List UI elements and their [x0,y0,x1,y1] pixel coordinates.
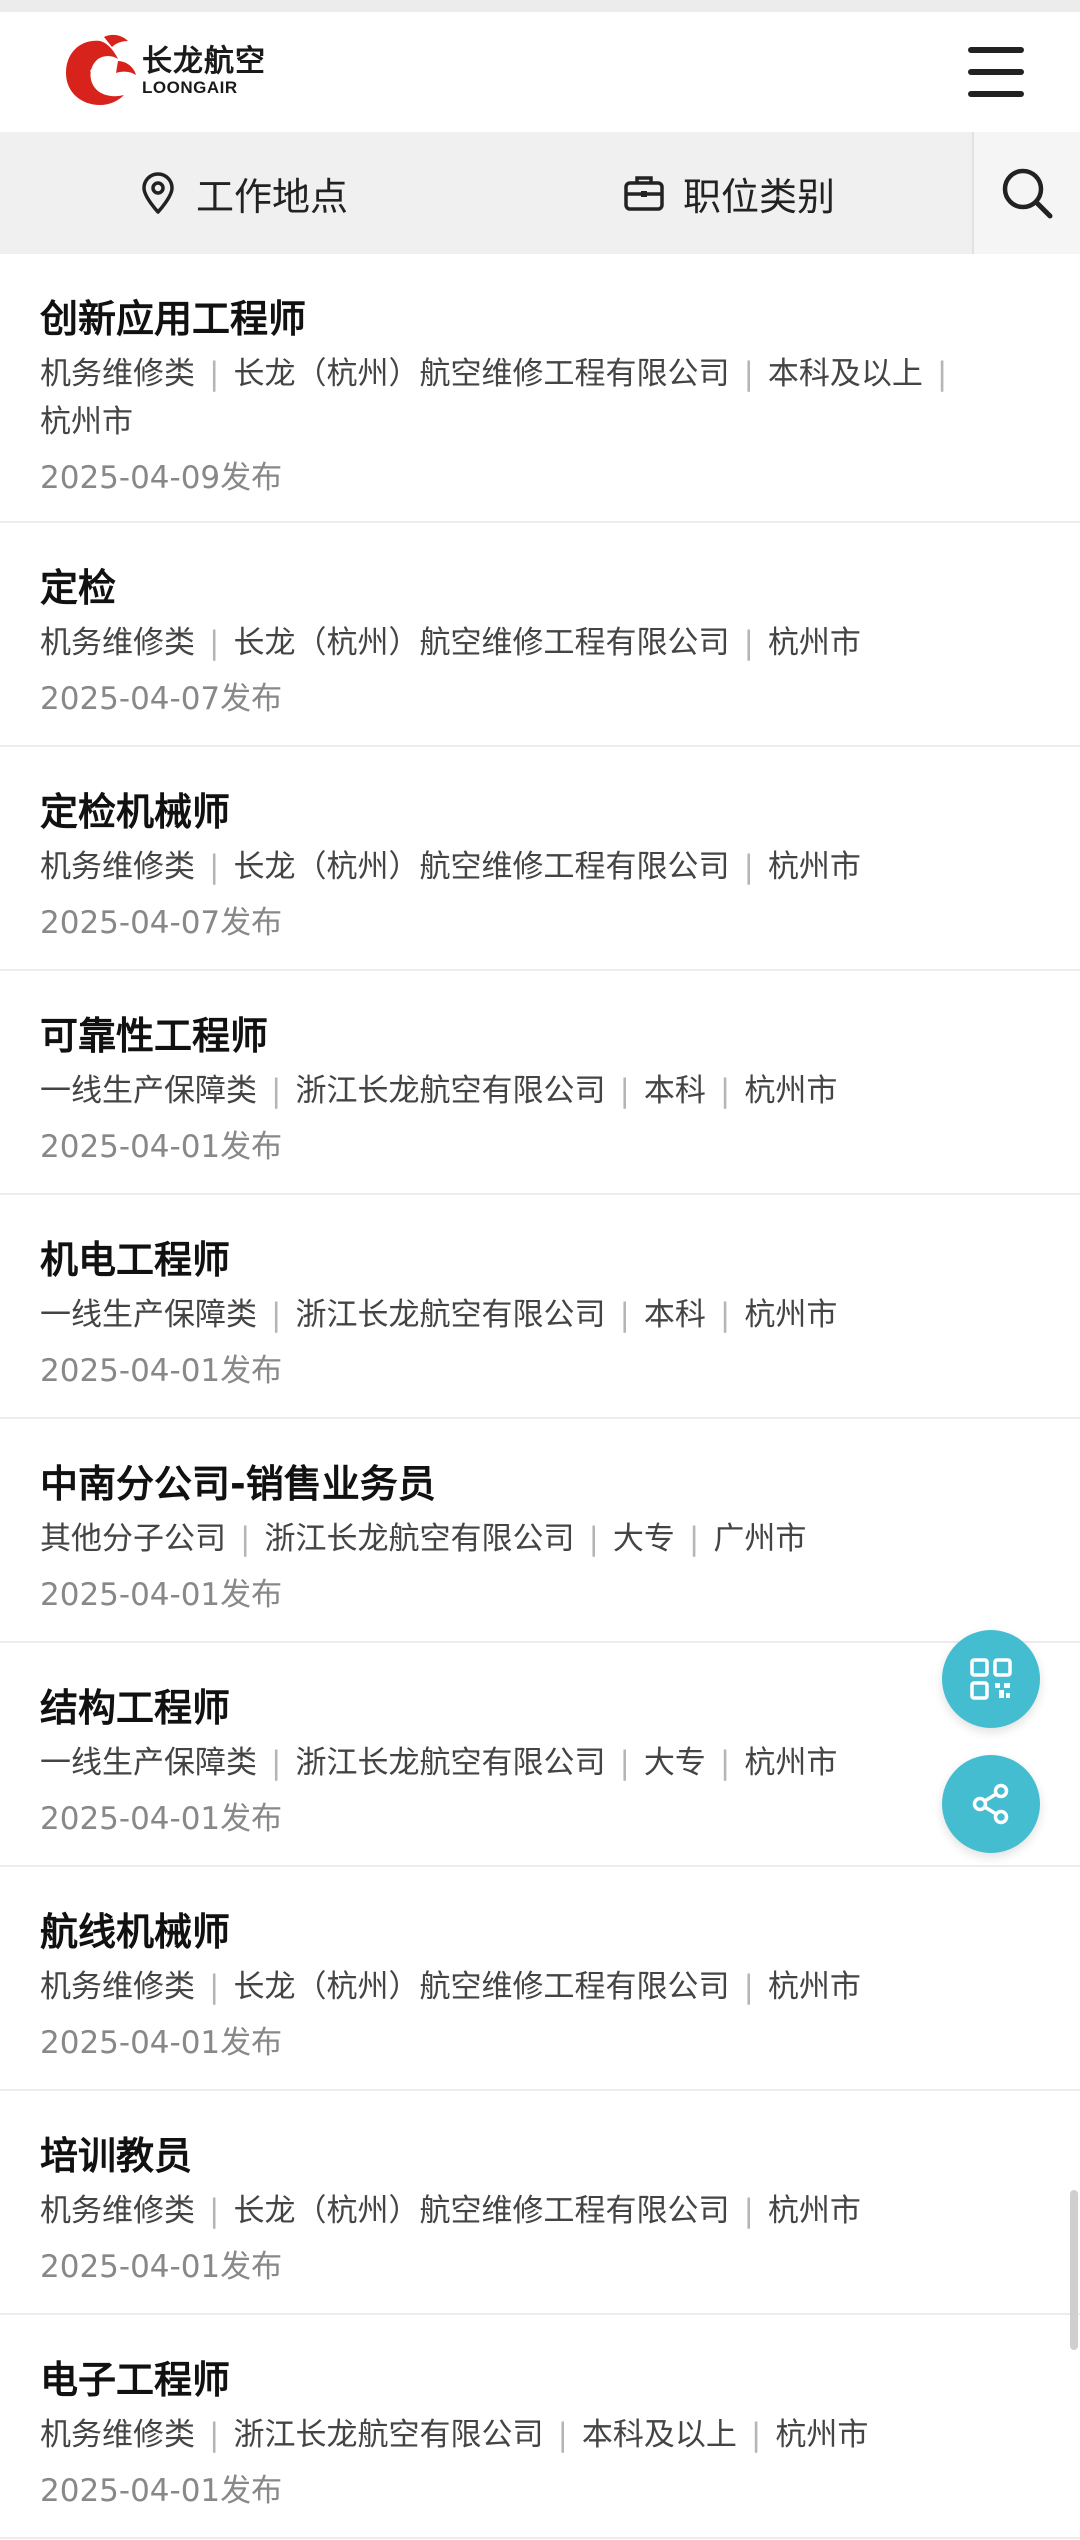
search-button[interactable] [972,132,1080,254]
job-item[interactable]: 中南分公司-销售业务员 其他分子公司 | 浙江长龙航空有限公司 | 大专 | 广州市 202… [0,1419,1080,1643]
dragon-logo-icon [66,34,136,105]
job-category: 机务维修类 [40,356,195,392]
location-filter-label: 工作地点 [195,174,348,219]
job-company: 浙江长龙航空有限公司 [295,1073,606,1109]
job-company: 长龙（杭州）航空维修工程有限公司 [233,849,730,885]
location-pin-icon [142,172,174,214]
job-meta: 机务维修类 | 长龙（杭州）航空维修工程有限公司 | 本科及以上 | 杭州市 [40,356,948,440]
job-date: 2025-04-01发布 [40,1801,283,1837]
job-title: 可靠性工程师 [40,1014,269,1058]
job-title: 中南分公司-销售业务员 [40,1462,436,1506]
job-title: 结构工程师 [40,1686,231,1730]
job-city: 杭州市 [744,1073,838,1109]
job-item[interactable]: 航线机械师 机务维修类 | 长龙（杭州）航空维修工程有限公司 | 杭州市 2025-04… [0,1867,1080,2091]
job-meta: 一线生产保障类 | 浙江长龙航空有限公司 | 大专 | 杭州市 [40,1745,838,1781]
job-company: 长龙（杭州）航空维修工程有限公司 [233,2193,730,2229]
job-company: 浙江长龙航空有限公司 [233,2417,544,2453]
job-city: 杭州市 [767,1969,861,2005]
job-title: 定检机械师 [40,790,231,834]
job-city: 杭州市 [775,2417,869,2453]
hamburger-menu-icon [968,47,1024,53]
location-filter[interactable]: 工作地点 [0,132,486,254]
job-title: 机电工程师 [40,1238,231,1282]
job-item[interactable]: 电子工程师 机务维修类 | 浙江长龙航空有限公司 | 本科及以上 | 杭州市 2025-04… [0,2315,1080,2539]
job-date: 2025-04-01发布 [40,2473,283,2509]
status-strip [0,0,1080,12]
filter-bar: 工作地点 职位类别 [0,132,1080,254]
job-city: 杭州市 [767,2193,861,2229]
job-category: 一线生产保障类 [40,1745,257,1781]
job-education: 本科 [643,1073,706,1109]
job-meta: 机务维修类 | 长龙（杭州）航空维修工程有限公司 | 杭州市 [40,625,861,661]
qr-code-icon [970,1658,1012,1700]
job-title: 培训教员 [40,2134,193,2178]
job-item[interactable]: 机电工程师 一线生产保障类 | 浙江长龙航空有限公司 | 本科 | 杭州市 2025-04-… [0,1195,1080,1419]
job-meta: 机务维修类 | 长龙（杭州）航空维修工程有限公司 | 杭州市 [40,1969,861,2005]
job-company: 长龙（杭州）航空维修工程有限公司 [233,1969,730,2005]
job-company: 浙江长龙航空有限公司 [295,1745,606,1781]
job-category: 机务维修类 [40,625,195,661]
job-company: 长龙（杭州）航空维修工程有限公司 [233,625,730,661]
job-item[interactable]: 定检机械师 机务维修类 | 长龙（杭州）航空维修工程有限公司 | 杭州市 2025-04… [0,747,1080,971]
job-company: 长龙（杭州）航空维修工程有限公司 [233,356,730,392]
job-meta: 一线生产保障类 | 浙江长龙航空有限公司 | 本科 | 杭州市 [40,1073,838,1109]
job-date: 2025-04-01发布 [40,1129,283,1165]
share-button[interactable] [942,1755,1040,1853]
job-category: 机务维修类 [40,849,195,885]
job-title: 定检 [40,566,117,610]
job-date: 2025-04-07发布 [40,905,283,941]
job-education: 本科及以上 [581,2417,737,2453]
qr-code-button[interactable] [942,1630,1040,1728]
job-city: 杭州市 [767,625,861,661]
job-category: 一线生产保障类 [40,1297,257,1333]
job-date: 2025-04-01发布 [40,1353,283,1389]
category-filter-label: 职位类别 [682,174,835,219]
job-category: 一线生产保障类 [40,1073,257,1109]
job-category: 其他分子公司 [40,1521,226,1557]
share-icon [972,1783,1009,1825]
job-date: 2025-04-07发布 [40,681,283,717]
job-meta: 机务维修类 | 长龙（杭州）航空维修工程有限公司 | 杭州市 [40,849,861,885]
job-meta: 一线生产保障类 | 浙江长龙航空有限公司 | 本科 | 杭州市 [40,1297,838,1333]
job-category: 机务维修类 [40,2417,195,2453]
job-title: 航线机械师 [40,1910,231,1954]
loongair-logo[interactable]: 长龙航空 LOONGAIR [60,31,266,113]
job-item[interactable]: 结构工程师 一线生产保障类 | 浙江长龙航空有限公司 | 大专 | 杭州市 2025-04-… [0,1643,1080,1867]
brand-name-cn: 长龙航空 [142,44,266,79]
job-item[interactable]: 创新应用工程师 机务维修类 | 长龙（杭州）航空维修工程有限公司 | 本科及以上 | 杭州市… [0,254,1080,523]
job-education: 本科 [643,1297,706,1333]
job-date: 2025-04-01发布 [40,2249,283,2285]
job-city: 杭州市 [40,404,133,440]
job-date: 2025-04-09发布 [40,460,283,496]
job-item[interactable]: 培训教员 机务维修类 | 长龙（杭州）航空维修工程有限公司 | 杭州市 2025-04-… [0,2091,1080,2315]
job-category: 机务维修类 [40,2193,195,2229]
menu-button[interactable] [968,47,1024,97]
scrollbar-thumb[interactable] [1070,2190,1078,2350]
job-category: 机务维修类 [40,1969,195,2005]
job-title: 电子工程师 [40,2358,231,2402]
job-company: 浙江长龙航空有限公司 [295,1297,606,1333]
job-item[interactable]: 可靠性工程师 一线生产保障类 | 浙江长龙航空有限公司 | 本科 | 杭州市 2025-04… [0,971,1080,1195]
job-meta: 机务维修类 | 浙江长龙航空有限公司 | 本科及以上 | 杭州市 [40,2417,869,2453]
job-company: 浙江长龙航空有限公司 [264,1521,575,1557]
job-title: 创新应用工程师 [40,297,307,341]
job-education: 大专 [643,1745,706,1781]
job-city: 杭州市 [767,849,861,885]
category-filter[interactable]: 职位类别 [486,132,972,254]
job-city: 杭州市 [744,1745,838,1781]
briefcase-icon [624,176,664,211]
search-icon [1002,168,1053,219]
job-education: 大专 [612,1521,675,1557]
job-meta: 其他分子公司 | 浙江长龙航空有限公司 | 大专 | 广州市 [40,1521,807,1557]
site-header: 长龙航空 LOONGAIR [0,12,1080,132]
job-city: 杭州市 [744,1297,838,1333]
brand-name-en: LOONGAIR [142,78,238,97]
job-city: 广州市 [713,1521,807,1557]
job-item[interactable]: 定检 机务维修类 | 长龙（杭州）航空维修工程有限公司 | 杭州市 2025-04-07… [0,523,1080,747]
job-education: 本科及以上 [767,356,923,392]
job-meta: 机务维修类 | 长龙（杭州）航空维修工程有限公司 | 杭州市 [40,2193,861,2229]
job-date: 2025-04-01发布 [40,2025,283,2061]
job-list: 创新应用工程师 机务维修类 | 长龙（杭州）航空维修工程有限公司 | 本科及以上 | 杭州市… [0,254,1080,2539]
job-date: 2025-04-01发布 [40,1577,283,1613]
